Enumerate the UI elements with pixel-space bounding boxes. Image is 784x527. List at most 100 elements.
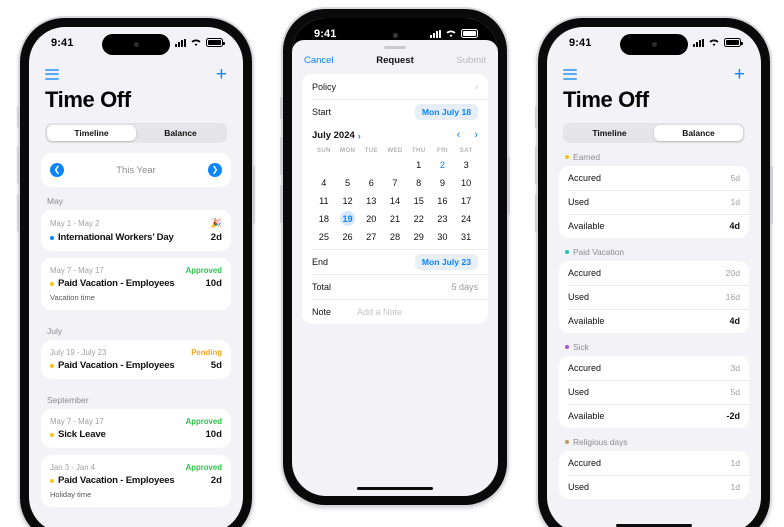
cancel-button[interactable]: Cancel: [304, 55, 334, 66]
balance-section-name: Sick: [573, 342, 589, 352]
calendar-day[interactable]: 18: [312, 210, 336, 227]
policy-row[interactable]: Policy ›: [302, 74, 488, 99]
calendar-day[interactable]: 28: [383, 228, 407, 245]
balance-row-value: 1d: [730, 458, 740, 468]
entry-title: Sick Leave: [58, 429, 106, 440]
balance-row-value: 4d: [729, 221, 740, 231]
calendar-day[interactable]: 9: [431, 174, 455, 191]
calendar-day[interactable]: 15: [407, 192, 431, 209]
calendar-day[interactable]: 14: [383, 192, 407, 209]
start-date-pill[interactable]: Mon July 18: [414, 103, 478, 120]
balance-row: Accured 1d: [559, 451, 749, 475]
balance-section-label: Paid Vacation: [559, 238, 749, 261]
chevron-right-icon: ›: [357, 130, 361, 141]
calendar-day[interactable]: 3: [454, 156, 478, 173]
timeline-entry-card[interactable]: May 7 - May 17 Approved Sick Leave 10d: [41, 409, 231, 448]
calendar-day[interactable]: 20: [359, 210, 383, 227]
calendar-day[interactable]: 21: [383, 210, 407, 227]
tab-balance[interactable]: Balance: [654, 125, 743, 141]
sheet-title: Request: [376, 55, 414, 66]
balance-row: Available 4d: [559, 309, 749, 333]
calendar-day[interactable]: 4: [312, 174, 336, 191]
balance-row: Used 16d: [559, 285, 749, 309]
entry-title-wrap: Paid Vacation - Employees: [50, 360, 175, 371]
sheet-grabber[interactable]: [384, 46, 406, 49]
calendar-day[interactable]: 30: [431, 228, 455, 245]
calendar-day[interactable]: 19: [336, 210, 360, 227]
battery-icon: [461, 29, 480, 38]
calendar-day[interactable]: 6: [359, 174, 383, 191]
calendar-header: July 2024 › ‹ ›: [312, 130, 478, 142]
balance-group: Accured 3d Used 5d Available -2d: [559, 356, 749, 428]
policy-color-dot: [50, 281, 54, 286]
screenshot-stage: 9:41 + Time Off Timeline Balance ❮ This …: [0, 0, 784, 527]
calendar-day[interactable]: 24: [454, 210, 478, 227]
balance-row-key: Used: [568, 387, 590, 397]
total-value: 5 days: [451, 281, 478, 292]
timeline-entry-card[interactable]: May 1 - May 2 🎉 International Workers’ Day…: [41, 210, 231, 251]
calendar-day[interactable]: 2: [431, 156, 455, 173]
balance-row-value: 20d: [725, 268, 740, 278]
page-title: Time Off: [563, 87, 649, 112]
plus-icon[interactable]: +: [734, 65, 745, 84]
submit-button[interactable]: Submit: [456, 55, 486, 66]
page-title: Time Off: [45, 87, 131, 112]
tab-timeline[interactable]: Timeline: [565, 125, 654, 141]
calendar-day[interactable]: 16: [431, 192, 455, 209]
calendar-day[interactable]: 26: [336, 228, 360, 245]
calendar-day[interactable]: 12: [336, 192, 360, 209]
calendar-day[interactable]: 23: [431, 210, 455, 227]
end-row[interactable]: End Mon July 23: [302, 249, 488, 274]
calendar-day[interactable]: 5: [336, 174, 360, 191]
balance-row-key: Accured: [568, 173, 602, 183]
chevron-left-icon[interactable]: ‹: [457, 130, 461, 141]
note-input[interactable]: Add a Note: [357, 307, 478, 317]
hamburger-menu-icon[interactable]: [45, 68, 59, 80]
entry-date-range: July 19 - July 23: [50, 348, 107, 357]
calendar-day[interactable]: 10: [454, 174, 478, 191]
calendar-day[interactable]: 11: [312, 192, 336, 209]
start-row[interactable]: Start Mon July 18: [302, 99, 488, 124]
calendar-day[interactable]: 31: [454, 228, 478, 245]
calendar-day[interactable]: 22: [407, 210, 431, 227]
calendar-day[interactable]: 13: [359, 192, 383, 209]
wifi-icon: [709, 39, 719, 46]
balance-row-key: Accured: [568, 363, 602, 373]
cellular-signal-icon: [430, 29, 441, 38]
year-navigator: ❮ This Year ❯: [41, 153, 231, 187]
calendar-days[interactable]: 1 2 3 4 5 6 7 8 9 10 11 12 13 14 15 16 17 18 19 20 21 22 23 24 2…: [312, 156, 478, 245]
chevron-right-icon: ›: [475, 81, 478, 92]
calendar-day[interactable]: 29: [407, 228, 431, 245]
plus-icon[interactable]: +: [216, 65, 227, 84]
end-date-pill[interactable]: Mon July 23: [414, 253, 478, 270]
calendar-day[interactable]: 17: [454, 192, 478, 209]
calendar-day[interactable]: 27: [359, 228, 383, 245]
balance-row: Used 1d: [559, 190, 749, 214]
hamburger-menu-icon[interactable]: [563, 68, 577, 80]
chevron-left-icon[interactable]: ❮: [50, 163, 64, 177]
balance-scroll[interactable]: Earned Accured 5d Used 1d Available 4d Paid Vac…: [547, 143, 761, 499]
timeline-entry-card[interactable]: Jan 3 - Jan 4 Approved Paid Vacation - Emp…: [41, 455, 231, 507]
note-row[interactable]: Note Add a Note: [302, 299, 488, 324]
balance-row-value: 1d: [730, 197, 740, 207]
chevron-right-icon[interactable]: ›: [474, 130, 478, 141]
entry-title: Paid Vacation - Employees: [58, 475, 175, 486]
policy-color-dot: [50, 432, 54, 437]
timeline-scroll[interactable]: ❮ This Year ❯ May May 1 - May 2 🎉 Internati…: [29, 153, 243, 507]
calendar-day[interactable]: 25: [312, 228, 336, 245]
balance-row-value: 4d: [729, 316, 740, 326]
chevron-right-icon[interactable]: ❯: [208, 163, 222, 177]
timeline-entry-card[interactable]: July 19 - July 23 Pending Paid Vacation - …: [41, 340, 231, 379]
policy-color-dot: [50, 478, 54, 483]
calendar-month-button[interactable]: July 2024 ›: [312, 130, 361, 141]
calendar: July 2024 › ‹ › SUN MON TUE WED THU FRI SAT 12…: [302, 124, 488, 249]
timeline-entry-card[interactable]: May 7 - May 17 Approved Paid Vacation - Em…: [41, 258, 231, 310]
entry-title: International Workers’ Day: [58, 232, 174, 243]
balance-row: Accured 5d: [559, 166, 749, 190]
tab-balance[interactable]: Balance: [136, 125, 225, 141]
calendar-day[interactable]: 7: [383, 174, 407, 191]
status-badge: Approved: [185, 463, 222, 472]
calendar-day[interactable]: 8: [407, 174, 431, 191]
calendar-day[interactable]: 1: [407, 156, 431, 173]
tab-timeline[interactable]: Timeline: [47, 125, 136, 141]
